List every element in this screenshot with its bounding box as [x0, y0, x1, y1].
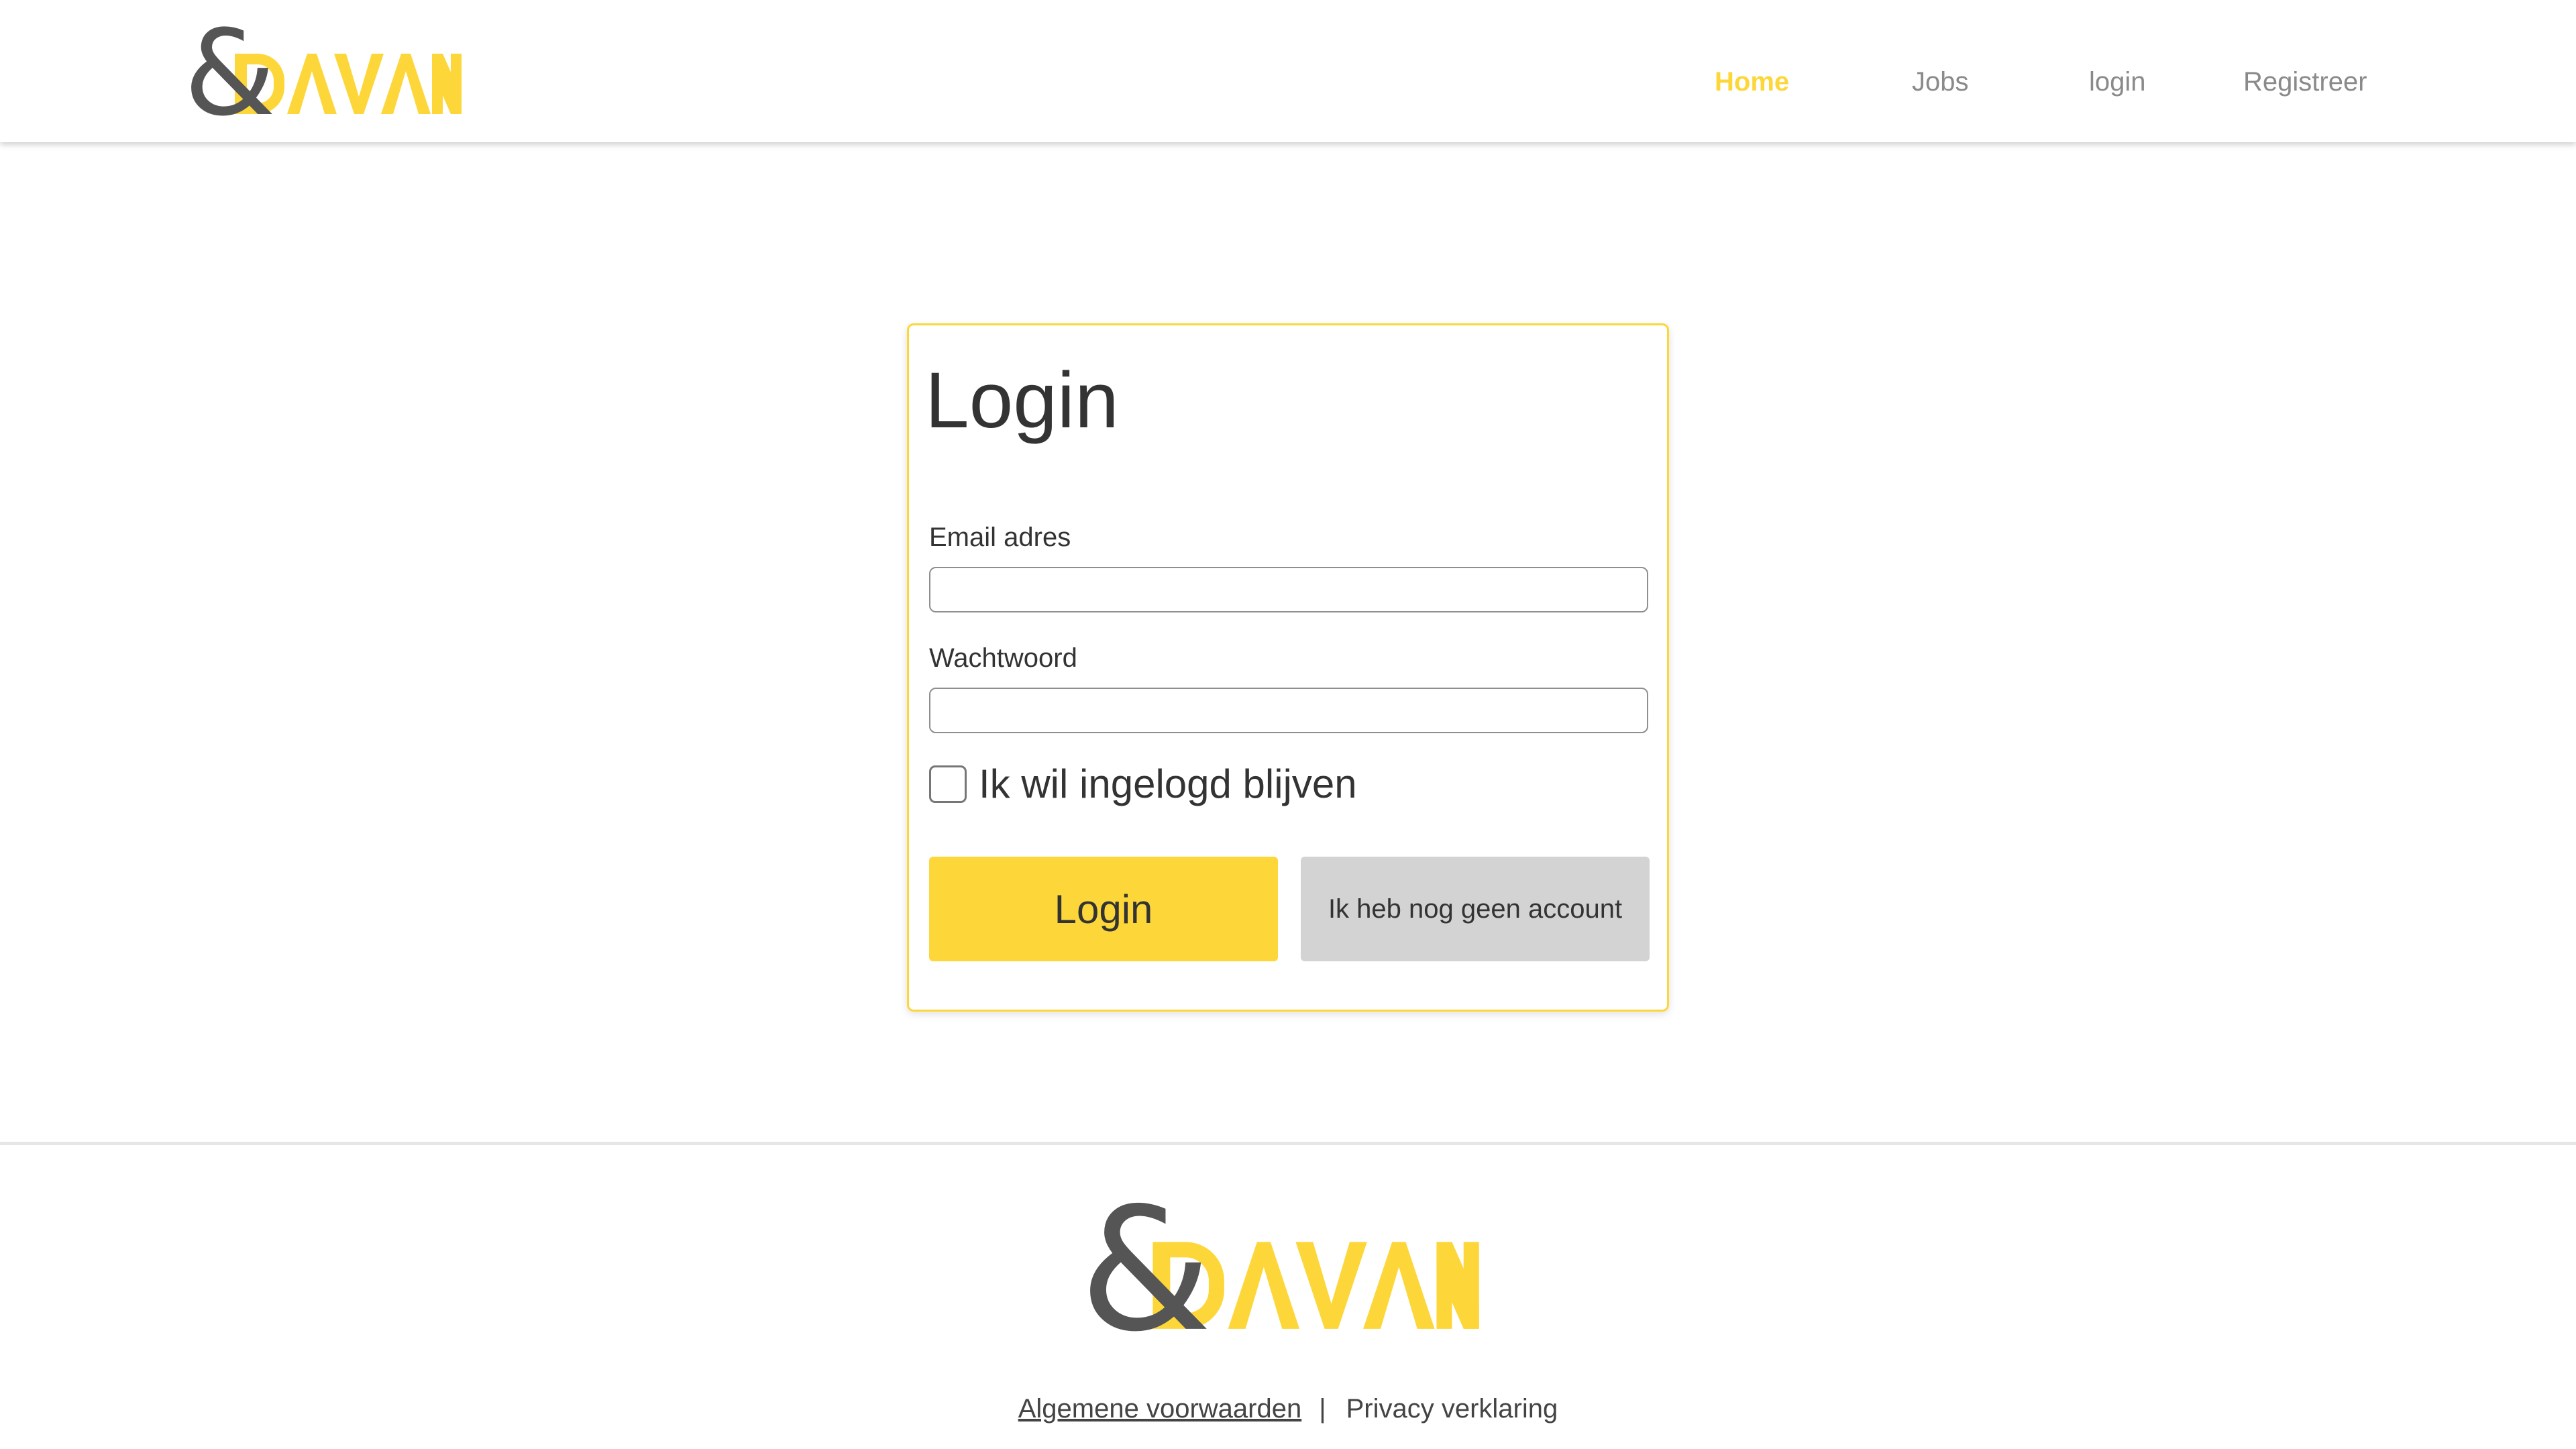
- davant-logo[interactable]: &: [185, 16, 470, 121]
- svg-text:&: &: [185, 16, 276, 121]
- remember-me-label[interactable]: Ik wil ingelogd blijven: [979, 761, 1357, 807]
- login-button[interactable]: Login: [929, 857, 1278, 961]
- email-label: Email adres: [929, 523, 1071, 552]
- footer-logo-image: &: [1081, 1187, 1479, 1339]
- page-title: Login: [925, 356, 1119, 445]
- password-field[interactable]: [929, 688, 1648, 733]
- footer-separator: |: [1319, 1394, 1326, 1424]
- email-field[interactable]: [929, 567, 1648, 612]
- footer-davant-logo[interactable]: &: [1081, 1187, 1491, 1339]
- nav-home-link[interactable]: Home: [1715, 66, 1789, 98]
- no-account-button[interactable]: Ik heb nog geen account: [1301, 857, 1650, 961]
- nav-login-link[interactable]: login: [2089, 66, 2146, 98]
- nav-register-link[interactable]: Registreer: [2243, 66, 2367, 98]
- terms-link[interactable]: Algemene voorwaarden: [1018, 1394, 1301, 1424]
- site-header: & Home Jobs login Registreer: [0, 0, 2576, 142]
- privacy-link[interactable]: Privacy verklaring: [1346, 1394, 1558, 1424]
- davant-logo-image: &: [185, 16, 462, 121]
- remember-me-checkbox[interactable]: [929, 765, 967, 803]
- password-label: Wachtwoord: [929, 643, 1077, 673]
- nav-jobs-link[interactable]: Jobs: [1912, 66, 1969, 98]
- footer-links: Algemene voorwaarden | Privacy verklaring: [0, 1393, 2576, 1425]
- svg-text:&: &: [1081, 1187, 1212, 1339]
- login-card: Login Email adres Wachtwoord Ik wil inge…: [907, 323, 1669, 1012]
